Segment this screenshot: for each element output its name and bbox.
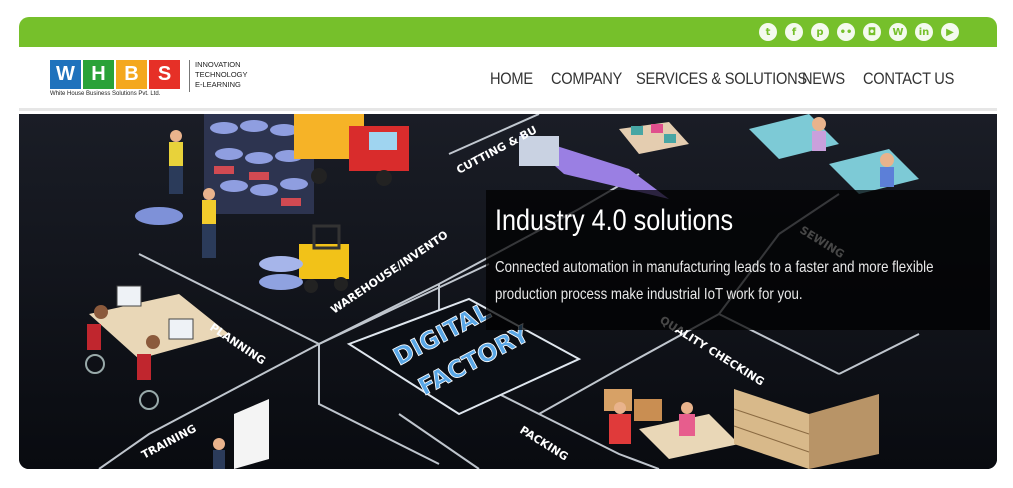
instagram-icon[interactable]: ◘ xyxy=(863,23,881,41)
nav-services-solutions[interactable]: SERVICES & SOLUTIONS xyxy=(636,69,807,89)
nav-company[interactable]: COMPANY xyxy=(551,69,624,89)
top-bar: t f p •• ◘ Win ▶ xyxy=(19,17,997,47)
logo-letter: H xyxy=(83,60,114,89)
logo-divider xyxy=(189,60,190,92)
logo[interactable]: WHBS White House Business Solutions Pvt.… xyxy=(50,60,260,104)
hero-title: Industry 4.0 solutions xyxy=(495,204,734,237)
logo-tagline-line: TECHNOLOGY xyxy=(195,70,248,79)
logo-letter: W xyxy=(50,60,81,89)
logo-tagline-line: E-LEARNING xyxy=(195,80,241,89)
flickr-icon[interactable]: •• xyxy=(837,23,855,41)
twitter-icon[interactable]: t xyxy=(759,23,777,41)
wordpress-icon[interactable]: W xyxy=(889,23,907,41)
youtube-icon[interactable]: ▶ xyxy=(941,23,959,41)
nav-contact-us[interactable]: CONTACT US xyxy=(863,69,954,89)
logo-company-name: White House Business Solutions Pvt. Ltd. xyxy=(50,91,161,97)
hero-caption: Industry 4.0 solutions Connected automat… xyxy=(486,190,990,330)
hero-text: Connected automation in manufacturing le… xyxy=(495,259,934,303)
facebook-icon[interactable]: f xyxy=(785,23,803,41)
hero-banner: DIGITAL FACTORY CUTTING & BU WAREHOUSE/I… xyxy=(19,114,997,469)
pinterest-icon[interactable]: p xyxy=(811,23,829,41)
logo-letter: S xyxy=(149,60,180,89)
nav-home[interactable]: HOME xyxy=(490,69,542,89)
main-nav: HOME COMPANY SERVICES & SOLUTIONS NEWS C… xyxy=(490,69,954,89)
nav-news[interactable]: NEWS xyxy=(802,69,854,89)
social-links: t f p •• ◘ Win ▶ xyxy=(759,23,959,41)
linkedin-icon[interactable]: in xyxy=(915,23,933,41)
logo-tagline: INNOVATION TECHNOLOGY E-LEARNING xyxy=(195,60,248,90)
logo-tagline-line: INNOVATION xyxy=(195,60,241,69)
page-frame: t f p •• ◘ Win ▶ WHBS White House Business Sol… xyxy=(19,17,997,469)
site-header: WHBS White House Business Solutions Pvt.… xyxy=(19,47,997,111)
logo-letter: B xyxy=(116,60,147,89)
